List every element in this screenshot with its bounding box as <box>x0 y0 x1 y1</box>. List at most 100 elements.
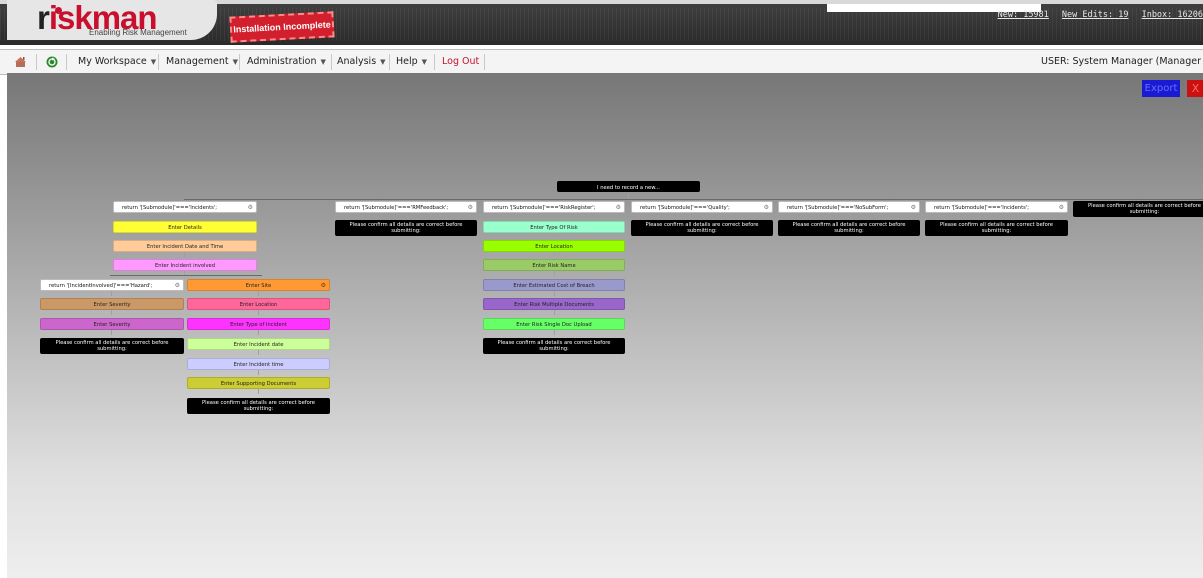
flow-connector <box>996 213 997 218</box>
flow-step-incident-date[interactable]: Enter Incident date <box>187 338 330 350</box>
gear-icon[interactable]: ⚙ <box>321 280 326 290</box>
flow-connector <box>184 233 185 238</box>
flow-step-severity[interactable]: Enter Severity <box>40 318 184 330</box>
flow-connector <box>554 310 555 315</box>
gear-icon[interactable]: ⚙ <box>616 202 621 212</box>
chevron-down-icon: ▼ <box>380 58 386 66</box>
gear-icon[interactable]: ⚙ <box>1059 202 1064 212</box>
menu-separator <box>484 54 485 70</box>
flow-final-confirm[interactable]: Please confirm all details are correct b… <box>187 398 330 414</box>
flow-final-confirm[interactable]: Please confirm all details are correct b… <box>335 220 477 236</box>
menu-separator <box>36 54 37 70</box>
flow-connector <box>702 213 703 218</box>
menu-help-label: Help <box>396 56 418 67</box>
new-count-link[interactable]: New: 15981 <box>998 10 1049 20</box>
flow-step-type-of-incident[interactable]: Enter Type of Incident <box>187 318 330 330</box>
flow-step-supporting-documents[interactable]: Enter Supporting Documents <box>187 377 330 389</box>
flow-root-node[interactable]: I need to record a new... <box>557 181 700 192</box>
flow-step-enter-site[interactable]: Enter Site ⚙ <box>187 279 330 291</box>
flow-condition-incidents-2[interactable]: return '[Submodule]'==='Incidents'; ⚙ <box>925 201 1068 213</box>
condition-text: return '[Submodule]'==='Incidents'; <box>122 205 217 211</box>
flow-connector <box>258 310 259 315</box>
flow-final-confirm[interactable]: Please confirm all details are correct b… <box>40 338 184 354</box>
flow-connector <box>258 350 259 355</box>
menu-separator <box>331 54 332 70</box>
header-counters: New: 15981 New Edits: 19 Inbox: 16206 <box>990 10 1203 20</box>
logo-tagline: Enabling Risk Management <box>89 28 187 37</box>
chevron-down-icon: ▼ <box>150 58 157 66</box>
logout-link[interactable]: Log Out <box>442 50 479 74</box>
flow-connector <box>258 330 259 335</box>
flow-branch-line <box>184 199 1203 200</box>
flow-condition-hazard[interactable]: return '[IncidentInvolved]'==='Hazard'; ⚙ <box>40 279 184 291</box>
gear-icon[interactable]: ⚙ <box>248 202 253 212</box>
inbox-link[interactable]: Inbox: 16206 <box>1142 10 1203 20</box>
flow-step-multiple-documents[interactable]: Enter Risk Multiple Documents <box>483 298 625 310</box>
menu-separator <box>239 54 240 70</box>
new-edits-link[interactable]: New Edits: 19 <box>1062 10 1129 20</box>
flow-condition-nosubform[interactable]: return '[Submodule]'==='NoSubForm'; ⚙ <box>778 201 920 213</box>
gear-icon[interactable]: ⚙ <box>468 202 473 212</box>
menu-management[interactable]: Management ▼ <box>166 50 238 74</box>
condition-text: return '[Submodule]'==='Quality'; <box>640 205 730 211</box>
flow-condition-quality[interactable]: return '[Submodule]'==='Quality'; ⚙ <box>631 201 773 213</box>
menu-separator <box>66 54 67 70</box>
condition-text: return '[Submodule]'==='Incidents'; <box>934 205 1029 211</box>
flow-step-severity[interactable]: Enter Severity <box>40 298 184 310</box>
flow-connector <box>554 271 555 276</box>
flow-canvas: Export X I need to record a new... retur… <box>7 73 1203 578</box>
flow-step-incident-date-time[interactable]: Enter Incident Date and Time <box>113 240 257 252</box>
flow-connector <box>258 389 259 394</box>
user-label: USER: System Manager (Manager <box>1041 56 1201 67</box>
refresh-icon[interactable] <box>46 50 58 74</box>
flow-connector <box>258 291 259 296</box>
menu-analysis-label: Analysis <box>337 56 377 67</box>
menu-my-workspace[interactable]: My Workspace ▼ <box>78 50 156 74</box>
flow-final-confirm[interactable]: Please confirm all details are correct b… <box>778 220 920 236</box>
flow-connector <box>184 252 185 257</box>
flow-step-estimated-cost[interactable]: Enter Estimated Cost of Breach <box>483 279 625 291</box>
flow-step-location[interactable]: Enter Location <box>187 298 330 310</box>
flow-connector <box>111 310 112 315</box>
flow-step-single-doc-upload[interactable]: Enter Risk Single Doc Upload <box>483 318 625 330</box>
flow-connector <box>554 291 555 296</box>
gear-icon[interactable]: ⚙ <box>175 280 180 290</box>
flow-connector <box>406 213 407 218</box>
flow-condition-rmfeedback[interactable]: return '[Submodule]'==='RMFeedback'; ⚙ <box>335 201 477 213</box>
export-button[interactable]: Export <box>1142 80 1180 97</box>
flow-step-incident-time[interactable]: Enter Incident time <box>187 358 330 370</box>
flow-connector <box>258 370 259 375</box>
flow-final-confirm[interactable]: Please confirm all details are correct b… <box>925 220 1068 236</box>
chevron-down-icon: ▼ <box>421 58 428 66</box>
menu-help[interactable]: Help ▼ <box>396 50 427 74</box>
flow-branch-line <box>110 275 262 276</box>
menu-analysis[interactable]: Analysis ▼ <box>337 50 386 74</box>
flow-condition-incidents[interactable]: return '[Submodule]'==='Incidents'; ⚙ <box>113 201 257 213</box>
condition-text: return '[Submodule]'==='RMFeedback'; <box>344 205 449 211</box>
menu-my-workspace-label: My Workspace <box>78 56 147 67</box>
flow-final-confirm[interactable]: Please confirm all details are correct b… <box>483 338 625 354</box>
app-header: riskman Enabling Risk Management Install… <box>0 0 1203 45</box>
flow-step-enter-details[interactable]: Enter Details <box>113 221 257 233</box>
menu-administration[interactable]: Administration ▼ <box>247 50 326 74</box>
menu-management-label: Management <box>166 56 229 67</box>
close-button[interactable]: X <box>1187 80 1203 97</box>
flow-connector <box>554 213 555 218</box>
flow-final-confirm[interactable]: Please confirm all details are correct b… <box>1073 201 1203 217</box>
gear-icon[interactable]: ⚙ <box>764 202 769 212</box>
flow-step-risk-name[interactable]: Enter Risk Name <box>483 259 625 271</box>
flow-final-confirm[interactable]: Please confirm all details are correct b… <box>631 220 773 236</box>
logo[interactable]: riskman Enabling Risk Management <box>7 0 217 40</box>
condition-text: Enter Site <box>245 283 272 289</box>
flow-step-type-of-risk[interactable]: Enter Type Of Risk <box>483 221 625 233</box>
flow-step-incident-involved[interactable]: Enter Incident involved <box>113 259 257 271</box>
flow-step-risk-location[interactable]: Enter Location <box>483 240 625 252</box>
installation-incomplete-stamp: Installation Incomplete <box>229 11 335 43</box>
flow-condition-riskregister[interactable]: return '[Submodule]'==='RiskRegister'; ⚙ <box>483 201 625 213</box>
gear-icon[interactable]: ⚙ <box>911 202 916 212</box>
flow-connector <box>849 213 850 218</box>
condition-text: return '[Submodule]'==='NoSubForm'; <box>787 205 889 211</box>
home-icon[interactable] <box>14 50 27 74</box>
menu-bar: My Workspace ▼ Management ▼ Administration… <box>0 49 1203 75</box>
condition-text: return '[IncidentInvolved]'==='Hazard'; <box>49 283 153 289</box>
